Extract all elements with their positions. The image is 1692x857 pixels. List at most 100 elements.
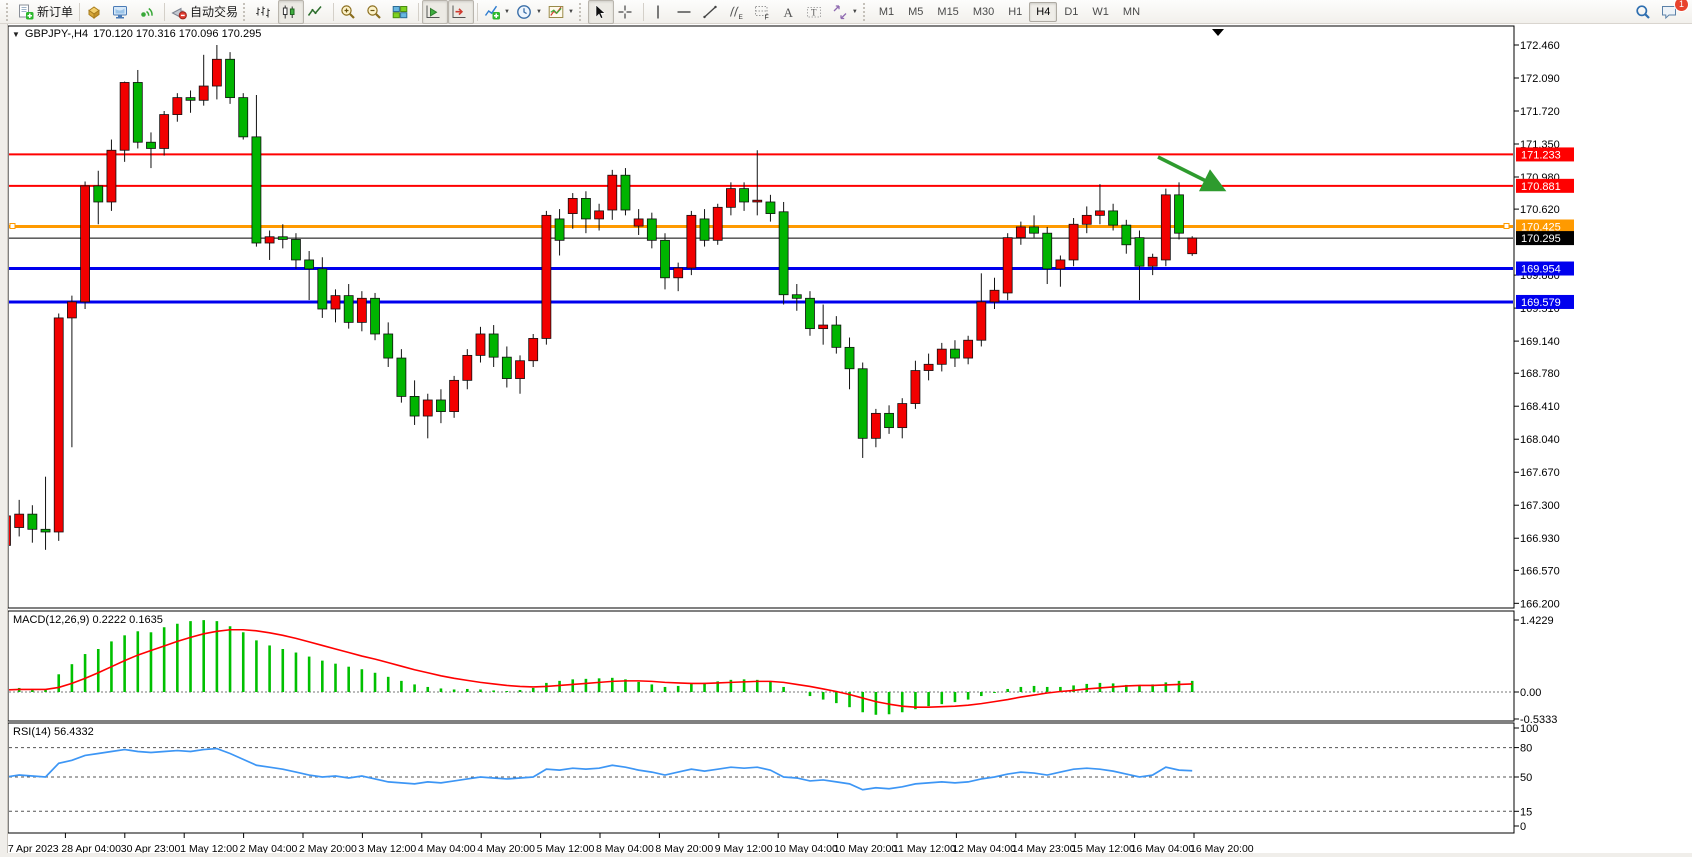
toolbar-grip[interactable]: [579, 3, 586, 21]
macd-axis-label: 1.4229: [1520, 615, 1554, 627]
terminal-icon: [112, 4, 128, 20]
hline-button[interactable]: [673, 0, 699, 24]
candle-body: [160, 115, 169, 149]
chevron-down-icon[interactable]: ▼: [568, 9, 574, 15]
timeframe-d1-button[interactable]: D1: [1057, 2, 1085, 22]
fibo-icon: F: [754, 4, 770, 20]
candle-body: [542, 215, 551, 338]
timeframe-h4-button[interactable]: H4: [1029, 2, 1057, 22]
candle-body: [41, 529, 50, 532]
timeframe-m30-button[interactable]: M30: [966, 2, 1001, 22]
candle-body: [107, 150, 116, 202]
line-chart-button[interactable]: [304, 0, 330, 24]
timeframe-m5-button[interactable]: M5: [901, 2, 930, 22]
candle-body: [199, 86, 208, 100]
candle-body: [1056, 260, 1065, 269]
templates-button[interactable]: ▼: [545, 0, 577, 24]
candle-chart-button[interactable]: [278, 0, 304, 24]
zoom-in-button[interactable]: [337, 0, 363, 24]
price-tick-label: 171.720: [1520, 106, 1560, 118]
timeframe-m15-button[interactable]: M15: [930, 2, 965, 22]
candle-body: [753, 200, 762, 202]
notifications-button[interactable]: 1: [1658, 0, 1684, 24]
candle-body: [1030, 227, 1039, 233]
window-bottom-edge: [0, 853, 1692, 857]
timeframe-w1-button[interactable]: W1: [1085, 2, 1116, 22]
price-tick-label: 172.460: [1520, 40, 1560, 52]
zoom-out-button[interactable]: [363, 0, 389, 24]
chart-shift-button[interactable]: [448, 0, 474, 24]
toolbar-grip[interactable]: [6, 3, 13, 21]
indicators-icon: [484, 4, 500, 20]
indicators-button[interactable]: ▼: [481, 0, 513, 24]
chart-line-icon: [307, 4, 323, 20]
elliott-icon: E: [728, 4, 744, 20]
candle-body: [1135, 238, 1144, 267]
toolbar-grip[interactable]: [243, 3, 250, 21]
chart-dropdown-icon[interactable]: ▼: [12, 30, 20, 39]
time-axis: 27 Apr 202328 Apr 04:0030 Apr 23:001 May…: [2, 833, 1254, 855]
timeframe-mn-button[interactable]: MN: [1116, 2, 1147, 22]
candle-body: [265, 237, 274, 243]
candle-body: [1175, 195, 1184, 233]
label-button[interactable]: T: [803, 0, 829, 24]
periods-button[interactable]: ▼: [513, 0, 545, 24]
trendline-button[interactable]: [699, 0, 725, 24]
candle-body: [252, 137, 261, 243]
fibo-button[interactable]: F: [751, 0, 777, 24]
hline-icon: [676, 4, 692, 20]
candle-body: [1188, 238, 1197, 254]
signals-button[interactable]: [135, 0, 161, 24]
toolbar-separator: [79, 3, 80, 21]
candle-body: [700, 219, 709, 240]
candle-body: [1161, 195, 1170, 260]
timeframe-h1-button[interactable]: H1: [1001, 2, 1029, 22]
auto-scroll-button[interactable]: [422, 0, 448, 24]
bar-chart-button[interactable]: [252, 0, 278, 24]
candle-body: [858, 369, 867, 439]
price-pane[interactable]: [8, 26, 1514, 608]
search-button[interactable]: [1632, 0, 1658, 24]
price-tick-label: 168.040: [1520, 434, 1560, 446]
text-button[interactable]: A: [777, 0, 803, 24]
candle-body: [1109, 211, 1118, 225]
candle-body: [94, 186, 103, 202]
candle-body: [226, 59, 235, 97]
crosshair-button[interactable]: [614, 0, 640, 24]
vline-button[interactable]: [647, 0, 673, 24]
price-tick-label: 166.930: [1520, 533, 1560, 545]
hline-handle[interactable]: [10, 224, 15, 229]
candle-body: [28, 514, 37, 529]
candle-body: [1122, 225, 1131, 245]
macd-pane[interactable]: [8, 611, 1514, 721]
new-order-button[interactable]: 新订单: [15, 0, 76, 24]
candle-body: [871, 413, 880, 438]
timeframe-m1-button[interactable]: M1: [872, 2, 901, 22]
price-label-text: 170.881: [1521, 181, 1561, 193]
candle-body: [621, 175, 630, 210]
shapes-button[interactable]: ▼: [829, 0, 861, 24]
autotrade-button[interactable]: 自动交易: [168, 0, 241, 24]
candle-body: [239, 98, 248, 137]
chevron-down-icon[interactable]: ▼: [852, 9, 858, 15]
rsi-axis-label: 100: [1520, 723, 1538, 735]
chart-window-button[interactable]: [83, 0, 109, 24]
gold-cube-icon: [86, 4, 102, 20]
rsi-pane[interactable]: [8, 723, 1514, 833]
cursor-button[interactable]: [588, 0, 614, 24]
terminal-button[interactable]: [109, 0, 135, 24]
chevron-down-icon[interactable]: ▼: [536, 9, 542, 15]
candle-body: [832, 325, 841, 347]
chart-canvas[interactable]: 172.460172.090171.720171.350170.980170.6…: [0, 24, 1692, 857]
hline-handle[interactable]: [1504, 224, 1509, 229]
tile-windows-button[interactable]: [389, 0, 415, 24]
chart-window[interactable]: 172.460172.090171.720171.350170.980170.6…: [0, 24, 1692, 857]
candle-body: [318, 269, 327, 309]
zoom-out-icon: [366, 4, 382, 20]
elliott-button[interactable]: E: [725, 0, 751, 24]
chevron-down-icon[interactable]: ▼: [504, 9, 510, 15]
toolbar-grip[interactable]: [863, 3, 870, 21]
candle-body: [911, 371, 920, 404]
candle-body: [937, 349, 946, 364]
price-label-text: 170.295: [1521, 233, 1561, 245]
